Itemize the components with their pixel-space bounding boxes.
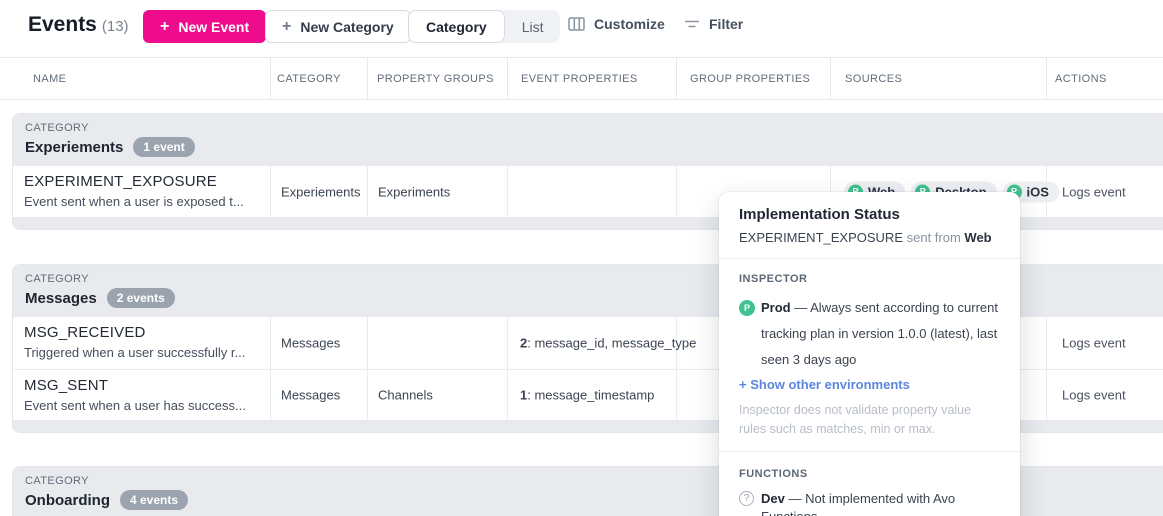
column-divider [1046,58,1047,99]
event-properties-cell: 1: message_timestamp [520,388,654,403]
cell-divider [507,317,508,369]
popover-title: Implementation Status [739,206,1000,223]
column-header-actions: ACTIONS [1055,73,1107,85]
customize-label: Customize [594,16,665,32]
column-header-group-properties: GROUP PROPERTIES [690,73,810,85]
event-description: Event sent when a user has success... [24,398,246,413]
view-toggle-list[interactable]: List [505,10,561,43]
filter-button[interactable]: Filter [684,16,743,32]
actions-cell: Logs event [1062,184,1126,199]
new-category-label: New Category [300,19,393,35]
prod-status-icon: P [739,300,755,316]
actions-cell: Logs event [1062,388,1126,403]
cell-divider [270,317,271,369]
env-name: Dev [761,491,785,506]
cell-divider [507,370,508,420]
plus-icon: + [282,19,291,35]
event-name: MSG_SENT [24,377,246,394]
column-header-category: CATEGORY [277,73,341,85]
category-cell: Messages [281,336,340,351]
inspector-disclaimer: Inspector does not validate property val… [739,401,1000,439]
new-category-button[interactable]: + New Category [265,10,411,43]
category-cell: Messages [281,388,340,403]
event-name-cell: EXPERIMENT_EXPOSURE Event sent when a us… [24,173,244,209]
cell-divider [270,166,271,217]
cell-divider [507,166,508,217]
functions-section-label: FUNCTIONS [739,468,1000,480]
implementation-status-popover: Implementation Status EXPERIMENT_EXPOSUR… [719,192,1020,516]
column-header-event-properties: EVENT PROPERTIES [521,73,638,85]
page-title-text: Events [28,13,97,36]
popover-source-name: Web [964,230,991,245]
event-properties-list: : message_timestamp [527,388,654,403]
column-header-sources: SOURCES [845,73,902,85]
category-name: Messages [25,290,97,307]
functions-section: FUNCTIONS ? Dev — Not implemented with A… [719,451,1020,516]
event-name: MSG_RECEIVED [24,324,245,341]
actions-cell: Logs event [1062,336,1126,351]
event-name-cell: MSG_RECEIVED Triggered when a user succe… [24,324,245,360]
event-description: Triggered when a user successfully r... [24,345,245,360]
view-toggle: Category List [408,10,560,43]
events-count: (13) [102,18,129,35]
category-name: Experiements [25,139,123,156]
column-divider [270,58,271,99]
category-cell: Experiements [281,184,360,199]
new-event-button[interactable]: + New Event [143,10,266,43]
filter-label: Filter [709,16,743,32]
inspector-section-label: INSPECTOR [739,273,1000,285]
table-header: NAME CATEGORY PROPERTY GROUPS EVENT PROP… [0,57,1163,100]
question-mark-icon: ? [739,491,754,506]
cell-divider [270,370,271,420]
customize-button[interactable]: Customize [568,16,665,32]
cell-divider [1046,317,1047,369]
cell-divider [367,317,368,369]
new-event-label: New Event [178,19,249,35]
column-divider [367,58,368,99]
event-name-cell: MSG_SENT Event sent when a user has succ… [24,377,246,413]
inspector-section: INSPECTOR P Prod — Always sent according… [719,259,1020,451]
cell-divider [367,166,368,217]
column-divider [507,58,508,99]
event-description: Event sent when a user is exposed t... [24,194,244,209]
cell-divider [367,370,368,420]
category-kind-label: CATEGORY [25,122,1156,134]
column-header-name: NAME [33,73,66,85]
source-label: iOS [1027,184,1049,199]
cell-divider [676,166,677,217]
column-header-property-groups: PROPERTY GROUPS [377,73,494,85]
event-count-badge: 1 event [133,137,194,157]
filter-icon [684,17,700,31]
event-count-badge: 2 events [107,288,175,308]
property-groups-cell: Experiments [378,184,450,199]
event-properties-cell: 2: message_id, message_type [520,336,696,351]
plus-icon: + [160,19,169,35]
env-status-text: — Not implemented with Avo Functions [761,491,955,516]
popover-event-name: EXPERIMENT_EXPOSURE [739,230,903,245]
env-name: Prod [761,300,791,315]
category-header-experiements[interactable]: CATEGORY Experiements 1 event [13,114,1163,166]
column-divider [830,58,831,99]
category-name: Onboarding [25,492,110,509]
cell-divider [676,370,677,420]
event-properties-list: : message_id, message_type [527,336,696,351]
show-other-environments-link[interactable]: + Show other environments [739,374,1000,396]
cell-divider [1046,370,1047,420]
page-title: Events (13) [28,13,129,37]
functions-dev-status: ? Dev — Not implemented with Avo Functio… [739,490,1000,516]
popover-subtitle-text: sent from [903,230,964,245]
env-status-text: — Always sent according to current track… [761,300,998,367]
column-divider [676,58,677,99]
inspector-prod-status: P Prod — Always sent according to curren… [739,295,1000,373]
event-name: EXPERIMENT_EXPOSURE [24,173,244,190]
customize-columns-icon [568,16,585,32]
popover-subtitle: EXPERIMENT_EXPOSURE sent from Web [739,230,1000,245]
event-count-badge: 4 events [120,490,188,510]
popover-header: Implementation Status EXPERIMENT_EXPOSUR… [719,192,1020,259]
view-toggle-category[interactable]: Category [408,10,505,43]
property-groups-cell: Channels [378,388,433,403]
